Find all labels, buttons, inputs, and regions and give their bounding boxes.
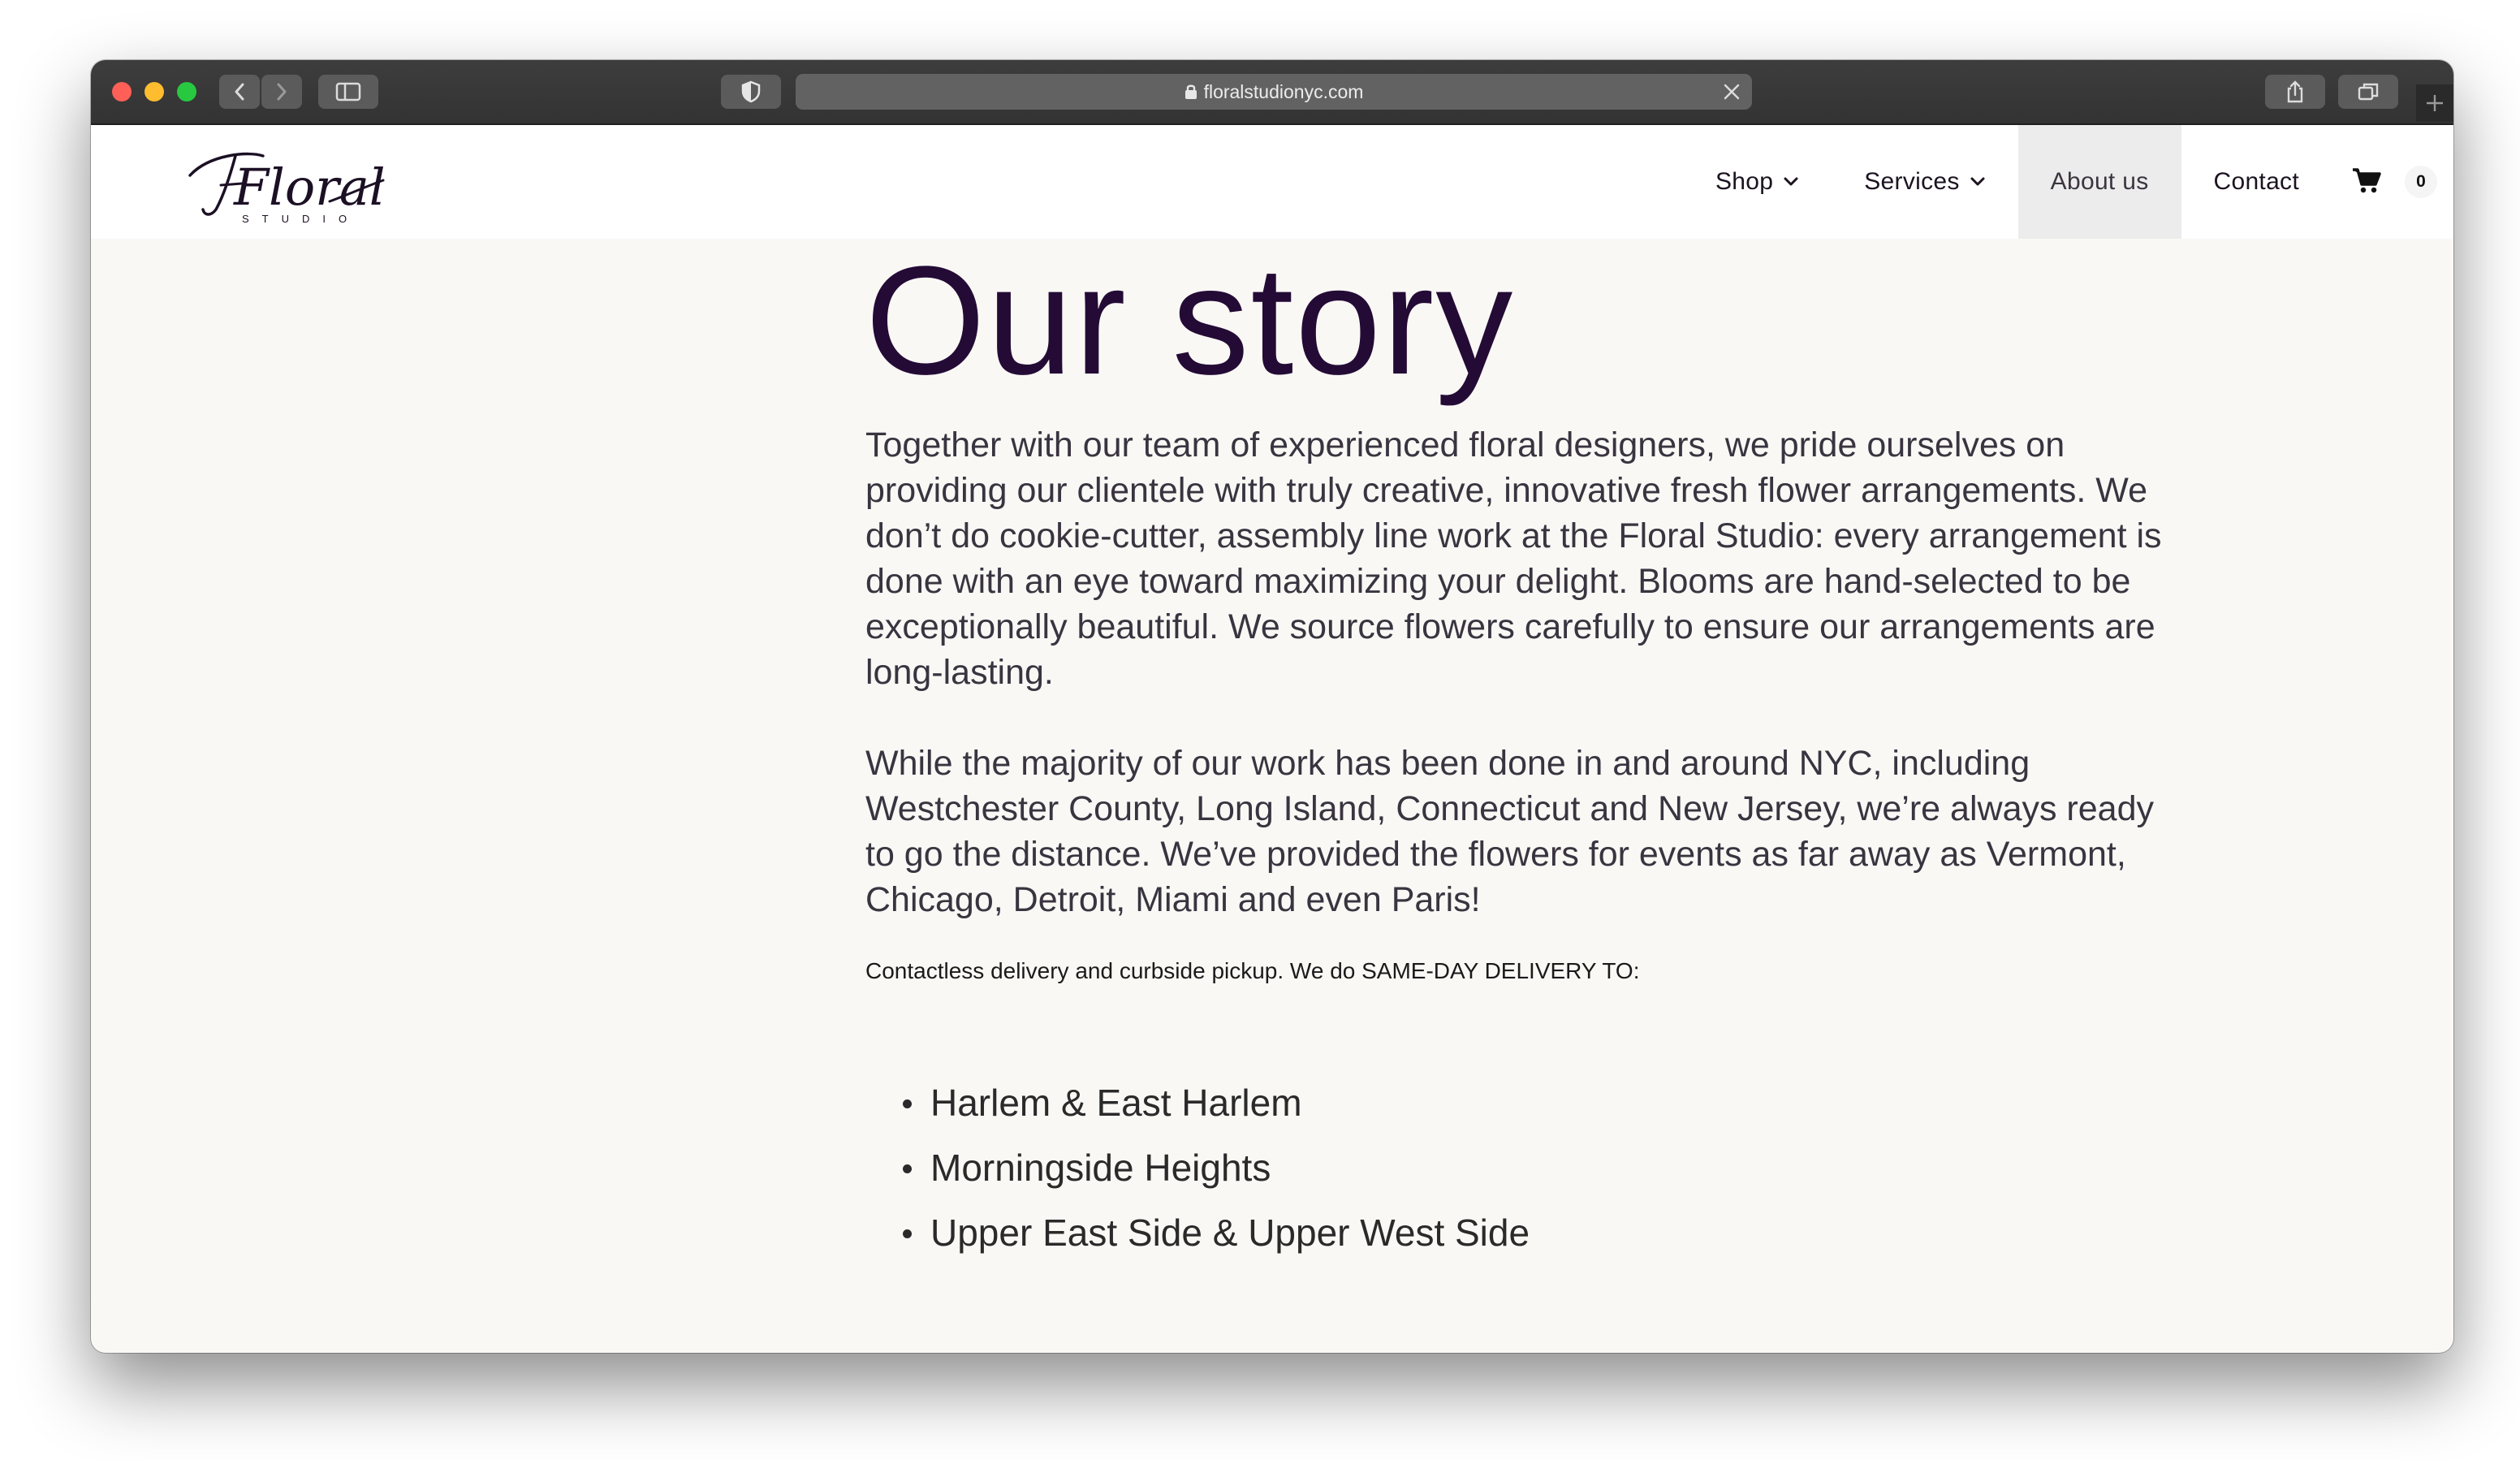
address-bar[interactable]: floralstudionyc.com: [796, 74, 1752, 110]
clear-url-icon[interactable]: [1723, 83, 1741, 106]
close-window-button[interactable]: [112, 82, 132, 102]
nav-services-label: Services: [1864, 168, 1960, 195]
share-icon: [2287, 80, 2303, 103]
logo-wordmark: Floral STUDIO: [188, 152, 386, 225]
nav-services[interactable]: Services: [1832, 125, 2017, 239]
plus-icon: [2427, 95, 2443, 111]
delivery-note: Contactless delivery and curbside pickup…: [865, 958, 1640, 983]
list-item: Upper East Side & Upper West Side: [865, 1200, 1530, 1265]
chevron-down-icon: [1783, 176, 1799, 188]
sidebar-icon: [335, 82, 361, 102]
chevron-down-icon: [1970, 176, 1986, 188]
nav-about-us[interactable]: About us: [2017, 125, 2181, 239]
site-header: Floral STUDIO Shop Services About us Con…: [91, 125, 2453, 239]
cart-button[interactable]: 0: [2332, 125, 2453, 239]
page-title: Our story: [865, 235, 1515, 407]
nav-about-label: About us: [2050, 168, 2149, 195]
tabs-overview-button[interactable]: [2338, 75, 2398, 109]
floral-studio-logo[interactable]: Floral STUDIO: [185, 138, 388, 230]
chevron-left-icon: [235, 83, 244, 101]
delivery-areas-list: Harlem & East Harlem Morningside Heights…: [865, 1070, 1530, 1265]
cart-count-badge: 0: [2405, 166, 2437, 198]
lock-icon: [1184, 84, 1197, 100]
share-button[interactable]: [2265, 75, 2325, 109]
svg-text:STUDIO: STUDIO: [242, 213, 360, 225]
minimize-window-button[interactable]: [145, 82, 164, 102]
back-button[interactable]: [219, 75, 260, 109]
cart-icon: [2351, 166, 2382, 198]
nav-contact[interactable]: Contact: [2181, 125, 2332, 239]
privacy-shield-button[interactable]: [721, 75, 781, 109]
story-paragraph-2: While the majority of our work has been …: [865, 744, 2154, 919]
chevron-right-icon: [277, 83, 287, 101]
nav-contact-label: Contact: [2213, 168, 2299, 195]
list-item: Morningside Heights: [865, 1135, 1530, 1200]
nav-shop-label: Shop: [1715, 168, 1774, 195]
browser-window: floralstudionyc.com Floral STUDIO Shop S…: [91, 60, 2453, 1353]
story-paragraph-1: Together with our team of experienced fl…: [865, 425, 2162, 692]
browser-toolbar: floralstudionyc.com: [91, 60, 2453, 125]
sidebar-toggle-button[interactable]: [318, 75, 378, 109]
new-tab-button[interactable]: [2416, 84, 2453, 122]
url-text: floralstudionyc.com: [1203, 80, 1364, 102]
nav-shop[interactable]: Shop: [1683, 125, 1832, 239]
zoom-window-button[interactable]: [177, 82, 196, 102]
main-nav: Shop Services About us Contact 0: [1683, 125, 2453, 239]
tabs-icon: [2358, 83, 2379, 101]
shield-icon: [741, 80, 761, 103]
list-item: Harlem & East Harlem: [865, 1070, 1530, 1135]
forward-button[interactable]: [261, 75, 302, 109]
